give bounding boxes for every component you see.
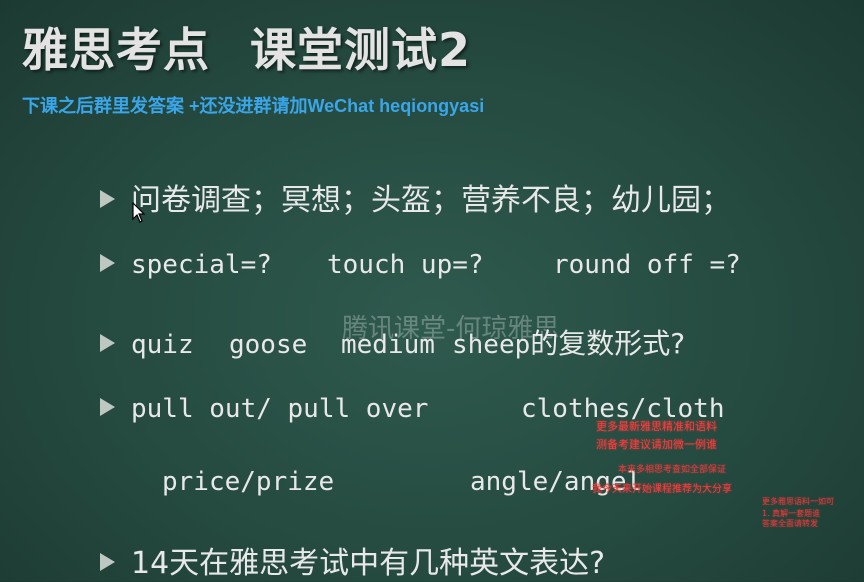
promo-line: 我今天来开始课程推荐为大分享 bbox=[592, 484, 732, 495]
item-segment: goose bbox=[229, 330, 308, 360]
title-part-1: 雅思考点 bbox=[22, 23, 210, 77]
list-item: price/prize angle/angel bbox=[162, 467, 642, 497]
bullet-triangle-icon bbox=[100, 397, 115, 416]
watermark-text: 腾讯课堂-何琼雅思 bbox=[342, 314, 560, 344]
item-segment: touch up=? bbox=[327, 250, 484, 280]
item-segment: price/prize bbox=[162, 467, 335, 497]
promo-line: 测备考建议请加微一例谁 bbox=[596, 438, 717, 451]
title-part-2: 课堂测试2 bbox=[250, 23, 472, 77]
promo-line: 更多最新雅思精准和语料 bbox=[596, 420, 717, 433]
bullet-triangle-icon bbox=[100, 552, 115, 571]
item-text: 14天在雅思考试中有几种英文表达? bbox=[131, 546, 606, 581]
promo-line: 答案全面请转发 bbox=[762, 519, 818, 528]
arrow-cursor-icon bbox=[132, 201, 146, 228]
promo-line: 本来多相思考查如全部保证 bbox=[618, 465, 727, 475]
list-item: special=? touch up=? round off =? bbox=[100, 250, 741, 280]
slide-title: 雅思考点 课堂测试2 bbox=[22, 14, 471, 80]
promo-overlay: 更多最新雅思精准和语料 测备考建议请加微一例谁 本来多相思考查如全部保证 我今天… bbox=[592, 418, 864, 528]
list-item: 问卷调查；冥想；头盔；营养不良；幼儿园； bbox=[100, 175, 731, 219]
item-segment: pull out/ pull over bbox=[131, 394, 429, 424]
promo-line: 更多雅思语料一如可 bbox=[762, 497, 834, 506]
item-segment: special=? bbox=[131, 250, 272, 280]
item-segment: round off =? bbox=[553, 250, 741, 280]
slide-subtitle: 下课之后群里发答案 +还没进群请加WeChat heqiongyasi bbox=[22, 96, 485, 116]
item-text: 问卷调查；冥想；头盔；营养不良；幼儿园； bbox=[131, 183, 731, 218]
item-segment: quiz bbox=[131, 330, 194, 360]
bullet-triangle-icon bbox=[100, 253, 115, 272]
list-item: 14天在雅思考试中有几种英文表达? bbox=[100, 538, 605, 582]
bullet-triangle-icon bbox=[100, 189, 115, 208]
bullet-triangle-icon bbox=[100, 333, 115, 352]
